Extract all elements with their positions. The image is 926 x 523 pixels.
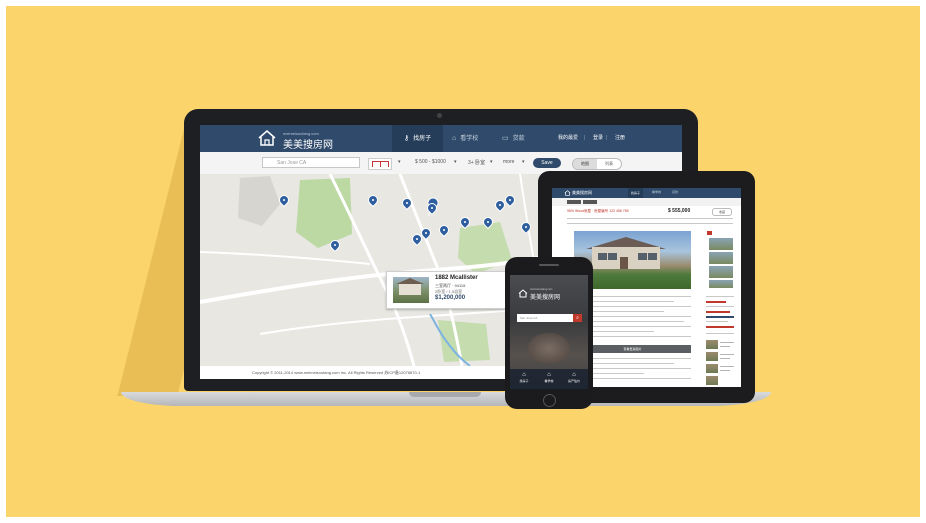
phone-bottom-nav: ⌂ 找房子 ⌂ 看学校 ⌂ 房产估价 [510,369,588,389]
phone-screen: meimeisoufang.com 美美搜房网 San Jose CA ⌕ ⌂ … [510,275,588,389]
school-icon: ⌂ [452,135,457,142]
phone-search-button[interactable]: ⌕ [573,314,582,322]
logo-text: 美美搜房网 [283,140,333,151]
tablet-related-thumb[interactable] [706,352,718,361]
map-list-toggle[interactable]: 地图 列表 [572,158,622,170]
tablet-thumb[interactable] [709,252,733,264]
tablet-related-thumb[interactable] [706,364,718,373]
price-filter[interactable]: $ 500 - $1000 [415,159,446,165]
phone-search-input[interactable]: San Jose CA [517,314,573,322]
nav-divider: | [584,135,586,141]
listing-price: $1,200,000 [435,295,466,301]
chevron-down-icon[interactable]: ▾ [490,159,493,165]
tablet-badge [707,231,712,235]
phone-nav-find-home[interactable]: ⌂ 找房子 [514,372,534,383]
listing-thumbnail [393,277,429,303]
phone-logo-text: 美美搜房网 [530,295,561,301]
tablet-nav-schools[interactable]: 看学校 [652,190,661,194]
house-logo-icon [564,190,571,196]
listing-popup[interactable]: 1882 Mcallister 三室两厅 · 94115 2卧室 / 1.5浴室… [386,271,506,309]
nav-favorites[interactable]: 我的最爱 [558,125,578,152]
toggle-list[interactable]: 列表 [597,159,621,169]
house-logo-icon [258,130,276,146]
save-button[interactable]: Save [533,158,561,168]
top-navbar: meimeisoufang.com 美美搜房网 ⚷ 找房子 ⌂ 看学校 ▭ 贷款 我的… [200,125,682,152]
tablet-listing-title: 96% Wood房屋 · 房屋编号 123 456 789 [567,209,629,213]
chevron-down-icon[interactable]: ▾ [398,159,401,165]
toggle-map[interactable]: 地图 [573,159,597,169]
nav-loans[interactable]: ▭ 贷款 [502,125,525,152]
tablet-logo-text: 美美搜房网 [572,190,592,195]
valuation-icon: ⌂ [572,372,576,378]
phone-logo-domain: meimeisoufang.com [530,288,553,291]
nav-register[interactable]: 注册 [615,125,625,152]
search-input[interactable]: San Jose CA [262,157,360,168]
tablet-thumb[interactable] [709,266,733,278]
chevron-down-icon[interactable]: ▾ [454,159,457,165]
phone-nav-schools[interactable]: ⌂ 看学校 [539,372,559,383]
tablet-navbar: 美美搜房网 找房子 看学校 贷款 [552,188,741,198]
chevron-down-icon[interactable]: ▾ [522,159,525,165]
bedroom-filter[interactable]: 3+ 卧室 [468,159,485,166]
nav-divider: | [606,135,608,141]
more-filter[interactable]: more [503,159,514,165]
phone: meimeisoufang.com 美美搜房网 San Jose CA ⌕ ⌂ … [505,257,593,409]
tablet-nav-find-home[interactable]: 找房子 [628,188,644,198]
nav-find-home[interactable]: ⚷ 找房子 [392,125,444,152]
tablet-nav-loans[interactable]: 贷款 [672,190,678,194]
tablet-related-thumb[interactable] [706,376,718,385]
home-icon: ⌂ [522,372,526,378]
tablet-subbar [552,198,741,206]
laptop-camera [437,113,442,118]
nav-login[interactable]: 登录 [593,125,603,152]
key-icon: ⚷ [404,135,410,142]
house-logo-icon [518,289,528,298]
brand-badge-icon [368,158,392,170]
heart-hands-image [528,333,570,363]
background: meimeisoufang.com 美美搜房网 ⚷ 找房子 ⌂ 看学校 ▭ 贷款 我的… [6,6,920,517]
tablet-favorite-button[interactable]: 收藏 [712,208,732,216]
tablet-related-thumb[interactable] [706,340,718,349]
tablet-listing-price: $ 555,000 [668,208,691,214]
school-icon: ⌂ [547,372,551,378]
monitor-icon: ▭ [502,135,509,142]
phone-home-button[interactable] [543,394,556,407]
nav-schools[interactable]: ⌂ 看学校 [452,125,478,152]
tablet-thumb[interactable] [709,280,733,288]
listing-address: 1882 Mcallister [435,275,478,281]
phone-nav-valuation[interactable]: ⌂ 房产估价 [564,372,584,383]
tablet-thumb[interactable] [709,238,733,250]
